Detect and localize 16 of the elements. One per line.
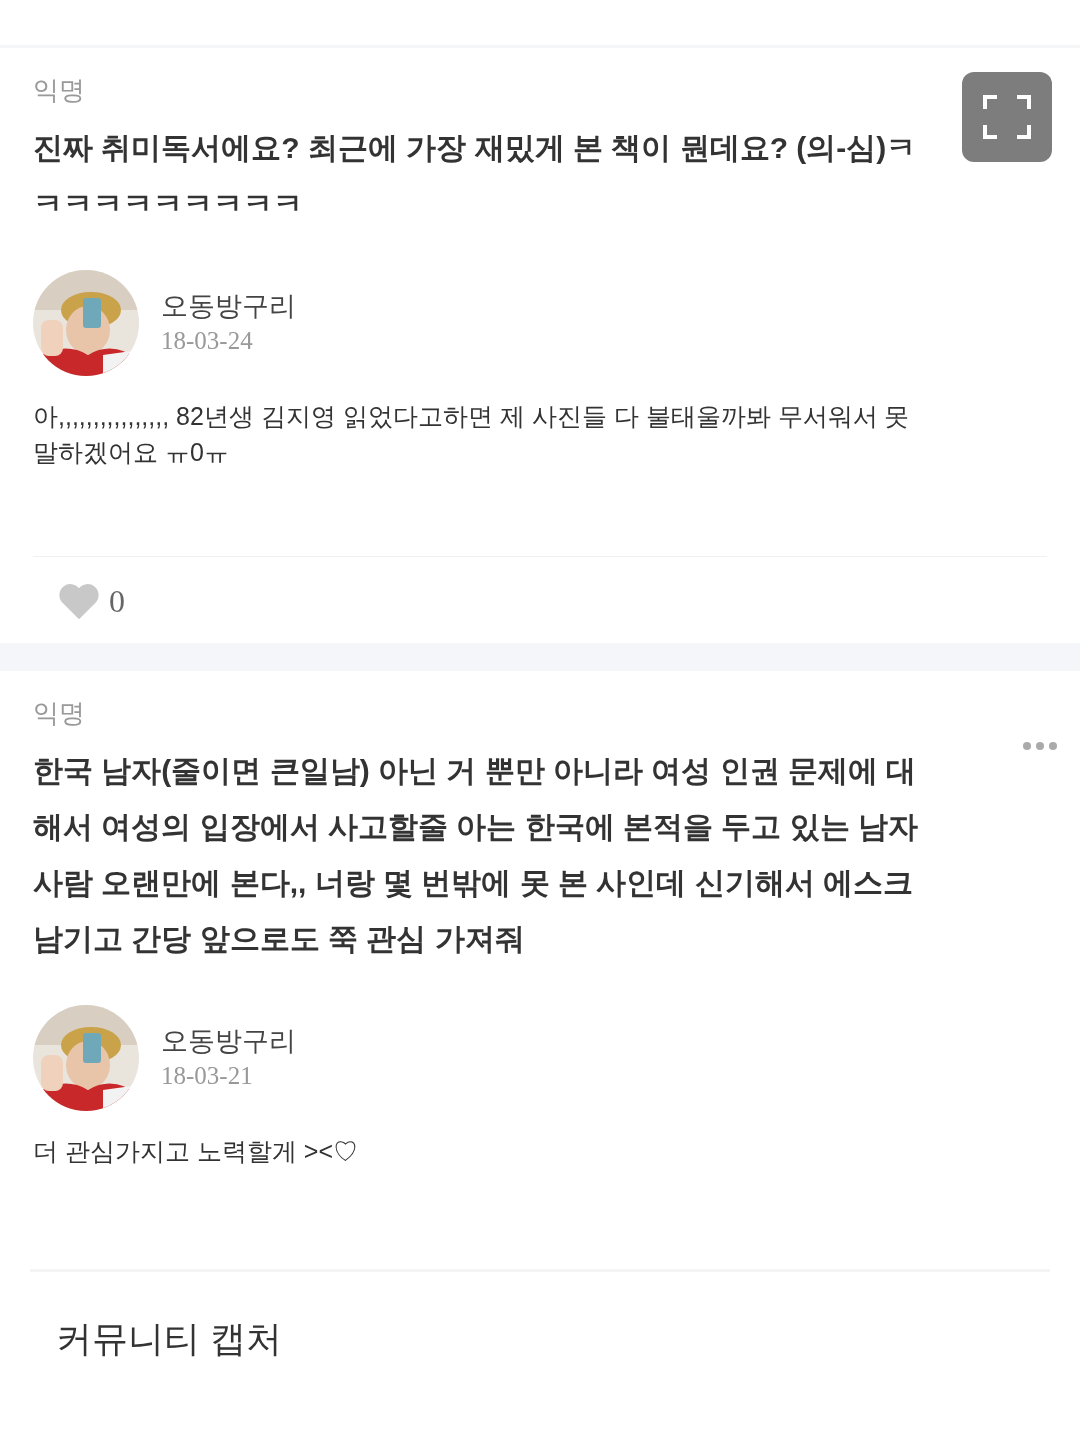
user-name: 오동방구리 xyxy=(161,1025,296,1058)
expand-icon xyxy=(983,95,1031,139)
expand-button[interactable] xyxy=(962,72,1052,162)
reply-date: 18-03-24 xyxy=(161,326,254,356)
author-label: 익명 xyxy=(33,74,86,107)
caption: 커뮤니티 캡처 xyxy=(55,1317,283,1361)
heart-icon[interactable] xyxy=(57,581,101,621)
reply-text: 더 관심가지고 노력할게 ><♡ xyxy=(33,1136,360,1167)
question-text: 진짜 취미독서에요? 최근에 가장 재밌게 본 책이 뭔데요? (의-심)ㅋㅋㅋㅋㅋㅋㅋㅋㅋㅋ xyxy=(33,130,918,222)
reply-date: 18-03-21 xyxy=(161,1061,254,1091)
reply-text: 아,,,,,,,,,,,,,,,, 82년생 김지영 읽었다고하면 제 사진들 다 불태울까봐 무서워서 못말하겠어요 ㅠ0ㅠ xyxy=(33,401,911,468)
like-count: 0 xyxy=(109,582,125,621)
author-label: 익명 xyxy=(33,697,86,730)
question-text: 한국 남자(줄이면 큰일남) 아닌 거 뿐만 아니라 여성 인권 문제에 대해서 여성의 입장에서 사고할줄 아는 한국에 본적을 두고 있는 남자 사람 오랜만에 본다,, 너랑 몇 번밖에 못 본 사인데 신기해서 에스크 남기고 간당 앞으로도 쭉 관심 가져줘 xyxy=(33,753,919,957)
more-icon[interactable] xyxy=(1022,741,1058,751)
user-name: 오동방구리 xyxy=(161,290,296,323)
